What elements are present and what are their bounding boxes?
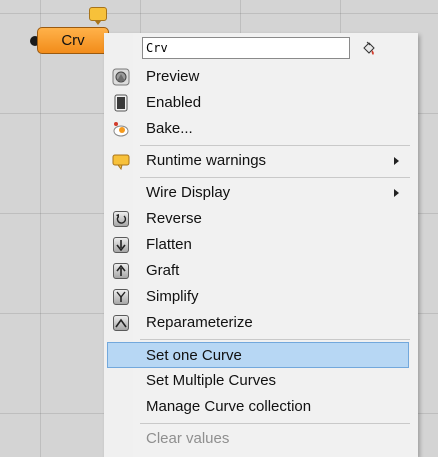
menu-item-reverse[interactable]: Reverse bbox=[107, 207, 409, 231]
reparameterize-icon bbox=[112, 314, 130, 332]
menu-item-preview[interactable]: Preview bbox=[107, 65, 409, 89]
graft-icon bbox=[112, 262, 130, 280]
rename-row bbox=[142, 37, 402, 63]
menu-separator bbox=[140, 145, 410, 146]
submenu-arrow-icon bbox=[394, 157, 399, 165]
component-label: Crv bbox=[61, 32, 85, 49]
menu-item-clear-values[interactable]: Clear values bbox=[107, 427, 409, 451]
curve-parameter-component[interactable]: Crv bbox=[37, 27, 109, 54]
menu-item-enabled[interactable]: Enabled bbox=[107, 91, 409, 115]
menu-item-simplify[interactable]: Simplify bbox=[107, 285, 409, 309]
warning-bubble-icon bbox=[112, 152, 130, 170]
submenu-arrow-icon bbox=[394, 189, 399, 197]
menu-item-manage-curve-collection[interactable]: Manage Curve collection bbox=[107, 395, 409, 419]
flatten-icon bbox=[112, 236, 130, 254]
enabled-icon bbox=[112, 94, 130, 112]
reverse-icon bbox=[112, 210, 130, 228]
rename-input[interactable] bbox=[142, 37, 350, 59]
menu-item-wire-display[interactable]: Wire Display bbox=[107, 181, 409, 205]
menu-item-set-one-curve[interactable]: Set one Curve bbox=[107, 342, 409, 368]
menu-item-runtime-warnings[interactable]: Runtime warnings bbox=[107, 149, 409, 173]
simplify-icon bbox=[112, 288, 130, 306]
menu-item-set-multiple-curves[interactable]: Set Multiple Curves bbox=[107, 369, 409, 393]
menu-item-flatten[interactable]: Flatten bbox=[107, 233, 409, 257]
warning-bubble-icon[interactable] bbox=[89, 7, 107, 25]
menu-item-bake[interactable]: Bake... bbox=[107, 117, 409, 141]
menu-separator bbox=[140, 423, 410, 424]
menu-item-reparameterize[interactable]: Reparameterize bbox=[107, 311, 409, 335]
menu-separator bbox=[140, 177, 410, 178]
menu-separator bbox=[140, 339, 410, 340]
bake-icon bbox=[112, 120, 130, 138]
paint-bucket-icon[interactable] bbox=[360, 40, 378, 58]
preview-icon bbox=[112, 68, 130, 86]
menu-item-graft[interactable]: Graft bbox=[107, 259, 409, 283]
context-menu: Preview Enabled Bake... Runt bbox=[104, 33, 418, 457]
